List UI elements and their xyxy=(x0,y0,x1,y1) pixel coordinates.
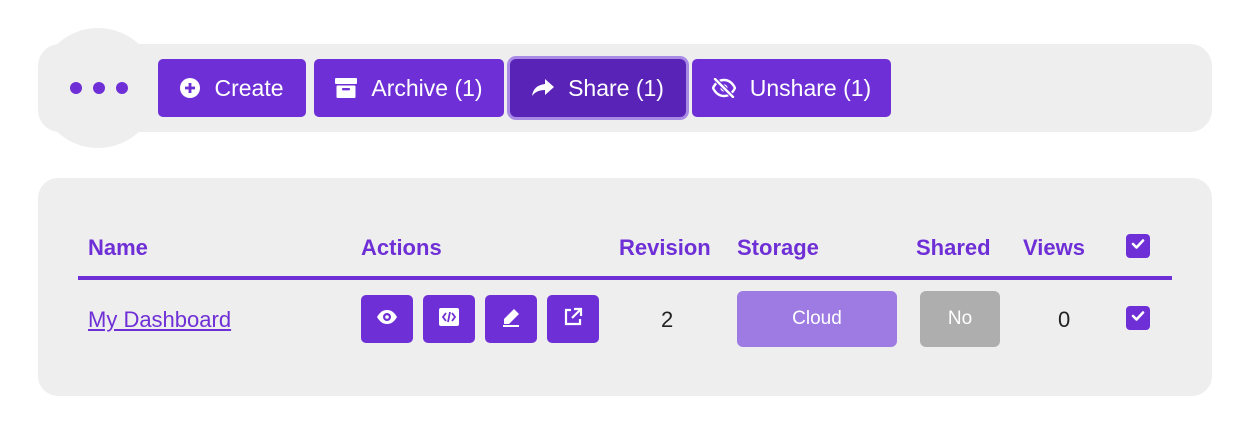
dot xyxy=(116,82,128,94)
external-link-icon xyxy=(563,307,583,332)
views-value: 0 xyxy=(1058,307,1071,332)
column-header-shared[interactable]: Shared xyxy=(916,234,991,262)
column-header-storage[interactable]: Storage xyxy=(737,234,819,262)
eye-icon xyxy=(376,309,398,330)
shared-badge[interactable]: No xyxy=(920,291,1000,347)
column-header-revision[interactable]: Revision xyxy=(619,234,711,262)
dashboards-table-panel xyxy=(38,178,1212,396)
dot xyxy=(70,82,82,94)
eye-slash-icon xyxy=(711,78,736,98)
column-header-actions: Actions xyxy=(361,235,442,260)
dot xyxy=(93,82,105,94)
archive-label: Archive (1) xyxy=(371,74,483,101)
plus-circle-icon xyxy=(180,78,201,98)
code-icon xyxy=(439,307,459,331)
table-header-divider xyxy=(78,276,1172,280)
share-button[interactable]: Share (1) xyxy=(510,59,686,117)
create-label: Create xyxy=(214,74,284,101)
more-dots-icon[interactable] xyxy=(70,82,128,94)
view-button[interactable] xyxy=(361,295,413,343)
pencil-icon xyxy=(501,307,521,332)
share-label: Share (1) xyxy=(568,74,664,101)
check-icon xyxy=(1131,237,1145,255)
check-icon xyxy=(1131,309,1145,327)
revision-value: 2 xyxy=(661,307,674,332)
archive-box-icon xyxy=(335,78,358,98)
storage-badge: Cloud xyxy=(737,291,897,347)
create-button[interactable]: Create xyxy=(158,59,306,117)
archive-button[interactable]: Archive (1) xyxy=(314,59,504,117)
unshare-label: Unshare (1) xyxy=(749,74,872,101)
dashboard-name-link[interactable]: My Dashboard xyxy=(88,306,231,334)
select-all-checkbox[interactable] xyxy=(1126,234,1150,258)
unshare-button[interactable]: Unshare (1) xyxy=(692,59,891,117)
column-header-views[interactable]: Views xyxy=(1023,234,1085,262)
share-arrow-icon xyxy=(532,79,555,97)
column-header-name[interactable]: Name xyxy=(88,234,148,262)
edit-button[interactable] xyxy=(485,295,537,343)
open-external-button[interactable] xyxy=(547,295,599,343)
page: Create Archive (1) Share (1) Unshare (1)… xyxy=(0,0,1250,436)
embed-code-button[interactable] xyxy=(423,295,475,343)
row-select-checkbox[interactable] xyxy=(1126,306,1150,330)
